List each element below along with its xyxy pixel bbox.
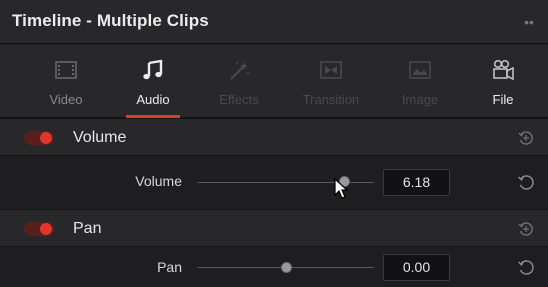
film-camera-icon bbox=[493, 59, 514, 81]
pan-parameter-row: Pan 0.00 bbox=[0, 247, 548, 287]
tab-effects-label: Effects bbox=[219, 92, 259, 107]
tab-transition-label: Transition bbox=[302, 92, 360, 107]
mouse-cursor-icon bbox=[334, 178, 349, 199]
pan-section-header[interactable]: Pan bbox=[0, 209, 548, 247]
reset-icon[interactable] bbox=[516, 173, 536, 193]
volume-enable-toggle[interactable] bbox=[24, 131, 54, 145]
pan-slider-handle[interactable] bbox=[280, 262, 292, 273]
pan-section-title: Pan bbox=[73, 220, 102, 237]
pan-param-label: Pan bbox=[157, 259, 182, 275]
tab-file-label: File bbox=[492, 92, 514, 107]
toggle-knob bbox=[40, 223, 52, 235]
tab-video-label: Video bbox=[49, 92, 83, 107]
film-frame-icon bbox=[55, 61, 77, 79]
tab-image: Image bbox=[380, 45, 460, 118]
tab-transition: Transition bbox=[286, 45, 376, 118]
pan-value-field[interactable]: 0.00 bbox=[383, 254, 450, 281]
reset-icon[interactable] bbox=[516, 258, 536, 278]
magic-wand-icon bbox=[230, 62, 249, 80]
panel-title: Timeline - Multiple Clips bbox=[12, 11, 209, 30]
section-reset-icon[interactable] bbox=[517, 129, 535, 147]
volume-param-label: Volume bbox=[135, 173, 182, 189]
volume-value-field[interactable]: 6.18 bbox=[383, 169, 450, 196]
tab-file[interactable]: File bbox=[466, 45, 540, 118]
tab-image-label: Image bbox=[401, 92, 439, 107]
image-icon bbox=[409, 61, 431, 79]
volume-parameter-row: Volume 6.18 bbox=[0, 156, 548, 209]
inspector-tab-bar: Video Audio Effects Transition Image Fil… bbox=[0, 45, 548, 118]
music-note-icon bbox=[143, 59, 163, 80]
more-options-icon[interactable]: •• bbox=[518, 12, 540, 32]
toggle-knob bbox=[40, 132, 52, 144]
volume-section-title: Volume bbox=[73, 129, 127, 146]
panel-header: Timeline - Multiple Clips •• bbox=[0, 0, 548, 44]
section-reset-icon[interactable] bbox=[517, 220, 535, 238]
tab-audio[interactable]: Audio bbox=[114, 45, 192, 118]
volume-section-header[interactable]: Volume bbox=[0, 118, 548, 156]
transition-icon bbox=[320, 61, 342, 79]
tab-video[interactable]: Video bbox=[22, 45, 110, 118]
pan-enable-toggle[interactable] bbox=[24, 222, 54, 236]
tab-effects: Effects bbox=[198, 45, 280, 118]
tab-audio-label: Audio bbox=[136, 92, 170, 107]
